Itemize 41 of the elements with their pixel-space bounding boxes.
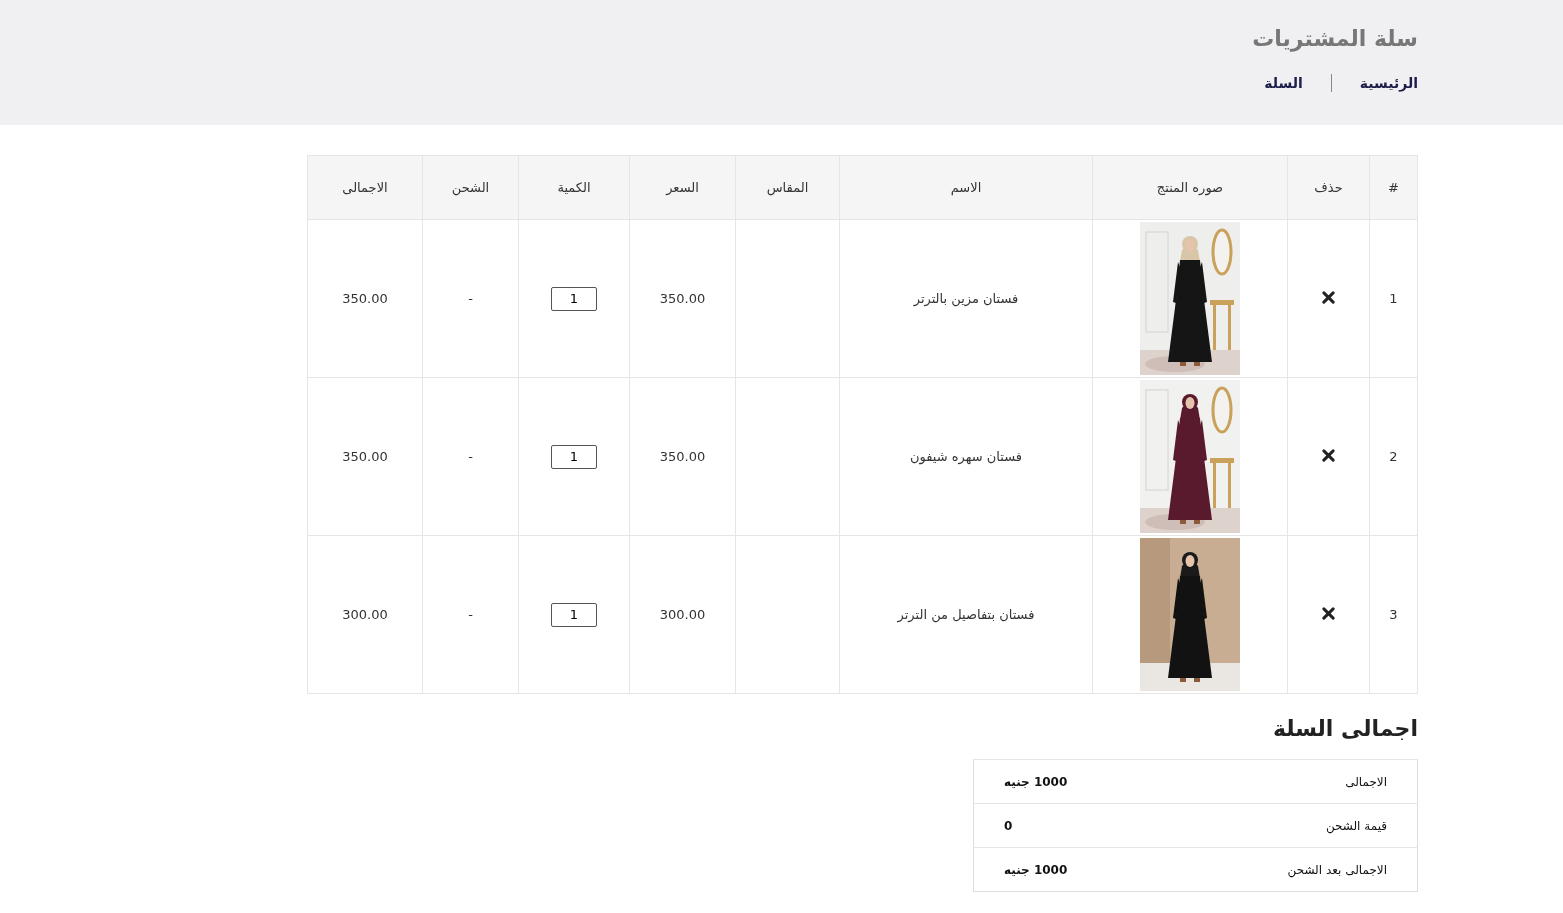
summary-label: قيمة الشحن [1159,803,1418,848]
table-cell: 1 [1369,219,1418,378]
table-cell: 350.00 [629,219,736,378]
quantity-field[interactable]: 1 [551,286,597,311]
column-header: حذف [1287,155,1370,220]
column-header: الاجمالى [307,155,423,220]
column-header: المقاس [735,155,840,220]
table-cell: - [422,219,519,378]
table-cell: 3 [1369,535,1418,694]
summary-label: الاجمالى [1159,759,1418,804]
column-header: الكمية [518,155,630,220]
table-cell: 350.00 [307,377,423,536]
delete-icon[interactable] [1322,606,1335,620]
table-cell: 350.00 [307,219,423,378]
table-cell: فستان بتفاصيل من الترتر [839,535,1093,694]
table-cell: فستان مزين بالترتر [839,219,1093,378]
delete-icon[interactable] [1322,448,1335,462]
breadcrumb-separator [1330,74,1332,92]
breadcrumb-link[interactable]: السلة [1264,75,1303,91]
summary-label: الاجمالى بعد الشحن [1159,847,1418,892]
table-cell: 300.00 [629,535,736,694]
column-header: # [1369,155,1418,220]
breadcrumb-link[interactable]: الرئيسية [1359,75,1418,91]
column-header: الاسم [839,155,1093,220]
table-cell: - [422,535,519,694]
table-cell: 350.00 [629,377,736,536]
table-cell: فستان سهره شيفون [839,377,1093,536]
summary-value: 1000 جنيه [973,847,1160,892]
summary-value: 1000 جنيه [973,759,1160,804]
table-cell: 300.00 [307,535,423,694]
table-cell: - [422,377,519,536]
summary-value: 0 [973,803,1160,848]
quantity-field[interactable]: 1 [551,444,597,469]
page-title: سلة المشتريات [1252,25,1418,54]
table-cell: 2 [1369,377,1418,536]
delete-icon[interactable] [1322,290,1335,304]
column-header: صوره المنتج [1092,155,1288,220]
column-header: الشحن [422,155,519,220]
column-header: السعر [629,155,736,220]
quantity-field[interactable]: 1 [551,602,597,627]
section-title: اجمالى السلة [1271,716,1418,741]
